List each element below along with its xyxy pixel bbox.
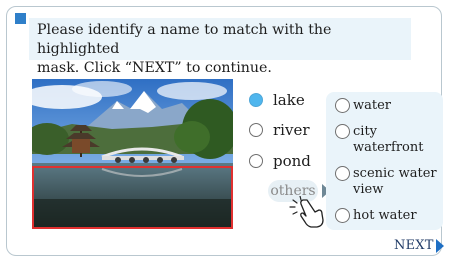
- radio-icon[interactable]: [249, 123, 263, 137]
- option-scenic-water-view[interactable]: scenic water view: [335, 166, 437, 198]
- option-label: scenic water view: [353, 166, 437, 198]
- pointing-hand-cursor-icon: [289, 196, 324, 228]
- radio-icon[interactable]: [335, 208, 350, 223]
- option-label-line: hot water: [353, 208, 417, 223]
- option-label-line: city: [353, 124, 378, 139]
- option-hot-water[interactable]: hot water: [335, 208, 417, 224]
- option-city-waterfront[interactable]: city waterfront: [335, 124, 423, 156]
- blue-square-marker-icon: [15, 13, 26, 24]
- option-label-line: waterfront: [353, 140, 424, 155]
- option-label: water: [353, 98, 391, 114]
- option-label: river: [273, 121, 310, 139]
- next-arrow-icon: [435, 238, 444, 253]
- option-label: hot water: [353, 208, 417, 224]
- instruction-line-2: mask. Click “NEXT” to continue.: [37, 60, 272, 76]
- option-river[interactable]: river: [249, 120, 310, 140]
- radio-selected-icon[interactable]: [249, 93, 263, 107]
- option-label-line: water: [353, 98, 392, 113]
- option-label-line: view: [353, 182, 384, 197]
- option-label: pond: [273, 152, 311, 170]
- option-label: lake: [273, 91, 305, 109]
- radio-icon[interactable]: [249, 154, 263, 168]
- option-pond[interactable]: pond: [249, 151, 311, 171]
- next-button-label: NEXT: [394, 238, 434, 253]
- option-label: city waterfront: [353, 124, 423, 156]
- radio-icon[interactable]: [335, 98, 350, 113]
- radio-icon[interactable]: [335, 166, 350, 181]
- next-button[interactable]: NEXT: [394, 238, 444, 253]
- instruction-box: Please identify a name to match with the…: [29, 18, 411, 76]
- option-label-line: scenic water: [353, 166, 437, 181]
- radio-icon[interactable]: [335, 124, 350, 139]
- scene-image: [32, 79, 233, 229]
- option-water[interactable]: water: [335, 98, 391, 114]
- option-lake[interactable]: lake: [249, 90, 305, 110]
- instruction-line-1: Please identify a name to match with the…: [37, 22, 332, 57]
